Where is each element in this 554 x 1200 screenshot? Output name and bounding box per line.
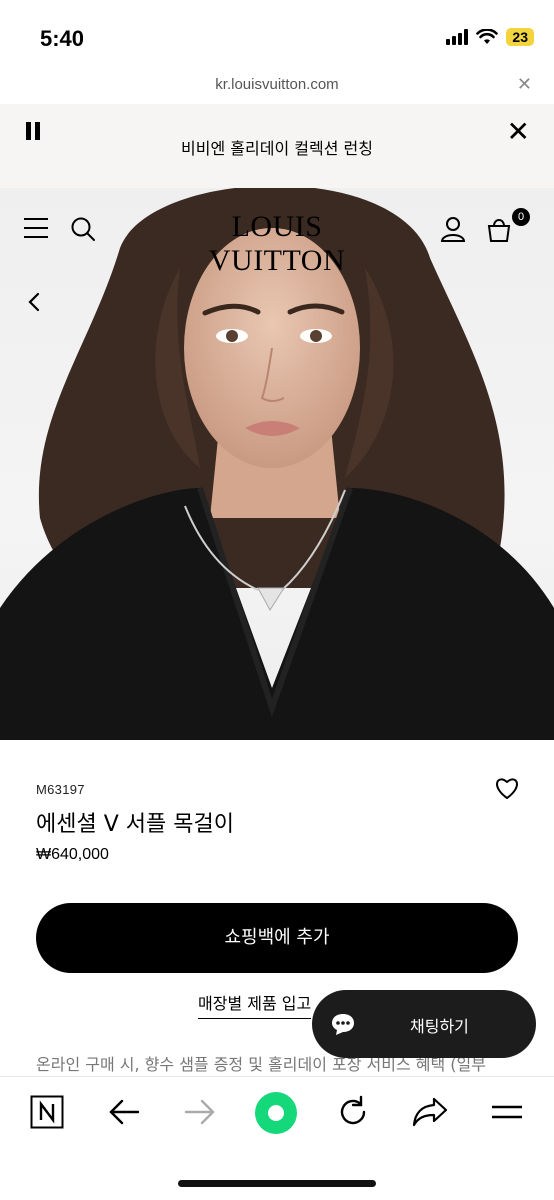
product-price: ₩640,000 [36,846,109,863]
chat-label[interactable]: 채팅하기 [410,1013,469,1037]
home-indicator [178,1180,376,1187]
store-availability-link[interactable]: 매장별 제품 입고 [198,990,312,1019]
product-name: 에센셜 V 서플 목걸이 [36,812,234,837]
heart-icon[interactable] [494,776,520,800]
promo-text[interactable]: 비비엔 홀리데이 컬렉션 런칭 [0,135,554,159]
promo-banner: 비비엔 홀리데이 컬렉션 런칭 ✕ [0,104,554,188]
refresh-icon[interactable] [336,1095,370,1129]
site-header: LOUIS VUITTON 0 [0,188,554,277]
close-icon[interactable]: ✕ [517,74,532,95]
status-icons: 23 [446,28,534,46]
bag-count-badge: 0 [512,208,530,226]
product-sku: M63197 [36,782,85,797]
naver-home-icon[interactable] [30,1095,64,1129]
green-dot-icon[interactable] [254,1091,298,1135]
status-time: 5:40 [40,26,85,51]
brand-logo[interactable]: LOUIS VUITTON [160,210,394,278]
url-text[interactable]: kr.louisvuitton.com [0,76,554,93]
add-to-bag-button[interactable]: 쇼핑백에 추가 [36,903,518,973]
battery-indicator: 23 [506,28,534,46]
share-icon[interactable] [412,1095,448,1129]
forward-icon[interactable] [184,1095,216,1129]
wifi-icon [476,29,499,44]
chat-bubble-icon [332,1014,354,1035]
shopping-bag-icon[interactable] [486,216,512,242]
url-bar[interactable]: kr.louisvuitton.com ✕ [0,70,554,104]
status-bar: 5:40 23 [0,0,554,70]
close-icon[interactable]: ✕ [507,118,530,146]
account-icon[interactable] [440,216,466,242]
chevron-left-icon[interactable] [26,292,42,312]
signal-icon [446,29,469,45]
search-icon[interactable] [70,216,96,242]
more-menu-icon[interactable] [490,1095,524,1129]
menu-icon[interactable] [24,218,48,238]
back-icon[interactable] [108,1095,140,1129]
